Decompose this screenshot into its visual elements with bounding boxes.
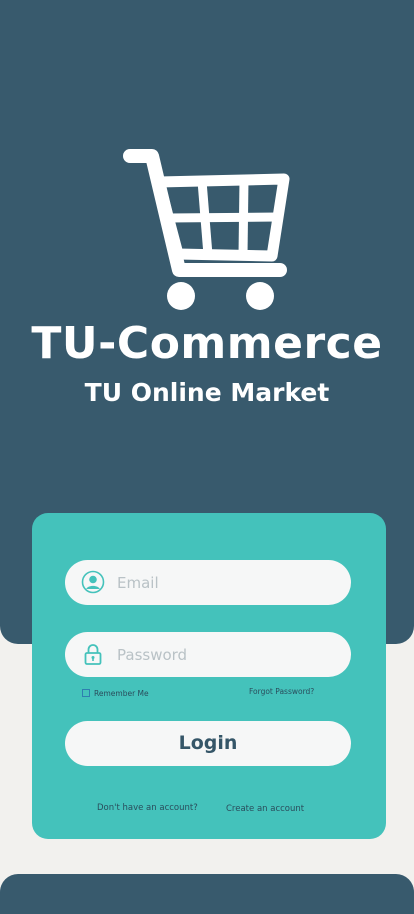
no-account-text: Don't have an account?: [97, 803, 198, 813]
remember-me-toggle[interactable]: Remember Me: [82, 687, 149, 699]
remember-me-checkbox[interactable]: [82, 689, 90, 697]
lock-icon: [84, 644, 102, 665]
app-subtitle: TU Online Market: [84, 378, 330, 407]
password-input[interactable]: [117, 632, 337, 677]
create-account-link[interactable]: Create an account: [226, 804, 304, 814]
login-card: Remember Me Forgot Password? Login Don't…: [32, 513, 386, 839]
forgot-password-link[interactable]: Forgot Password?: [249, 687, 314, 696]
app-title: TU-Commerce: [31, 318, 383, 369]
user-circle-icon: [81, 570, 105, 594]
login-button[interactable]: Login: [65, 721, 351, 766]
email-field[interactable]: [65, 560, 351, 605]
email-input[interactable]: [117, 560, 337, 605]
bottom-bar: [0, 874, 414, 914]
password-field[interactable]: [65, 632, 351, 677]
remember-me-label: Remember Me: [94, 688, 149, 698]
shopping-cart-icon: [123, 149, 290, 310]
